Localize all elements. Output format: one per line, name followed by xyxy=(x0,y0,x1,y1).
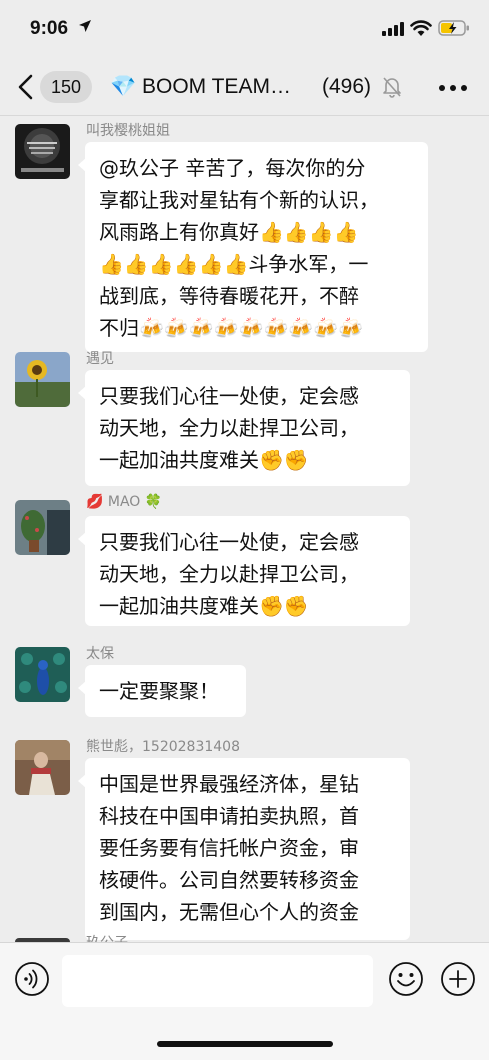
unread-count-badge[interactable]: 150 xyxy=(40,71,93,103)
chat-title: 💎 BOOM TEAM… xyxy=(110,75,291,98)
emoji-icon[interactable] xyxy=(388,961,424,997)
status-time: 9:06 xyxy=(30,18,69,39)
sender-name: 太保 xyxy=(86,646,114,662)
mute-bell-icon xyxy=(383,77,401,98)
message-bubble[interactable]: 一定要聚聚！ xyxy=(78,665,246,717)
avatar-sunflower-icon xyxy=(15,352,70,407)
back-chevron-icon[interactable] xyxy=(14,72,38,102)
message-bubble[interactable]: 只要我们心往一处使，定会感 动天地，全力以赴捍卫公司， 一起加油共度难关✊✊ xyxy=(78,516,410,626)
sender-name: 熊世彪，15202831408 xyxy=(86,739,240,755)
chat-header: 150 💎 BOOM TEAM… (496) xyxy=(0,58,489,116)
avatar-painting-icon xyxy=(15,740,70,795)
wifi-icon xyxy=(410,20,432,36)
avatar-peacock-icon xyxy=(15,647,70,702)
message-bubble[interactable]: 中国是世界最强经济体，星钻 科技在中国申请拍卖执照，首 要任务要有信托帐户资金，… xyxy=(78,758,410,940)
avatar[interactable] xyxy=(15,352,70,407)
message-bubble[interactable]: @玖公子 辛苦了，每次你的分 享都让我对星钻有个新的认识， 风雨路上有你真好👍👍… xyxy=(78,142,428,352)
avatar[interactable] xyxy=(15,500,70,555)
more-options-icon[interactable] xyxy=(438,82,468,94)
avatar-dark-text-image-icon xyxy=(15,124,70,179)
avatar[interactable] xyxy=(15,124,70,179)
sender-name: 遇见 xyxy=(86,351,114,367)
message-text: 只要我们心往一处使，定会感 动天地，全力以赴捍卫公司， 一起加油共度难关✊✊ xyxy=(99,530,359,618)
battery-charging-icon xyxy=(438,20,469,36)
message-text: 中国是世界最强经济体，星钻 科技在中国申请拍卖执照，首 要任务要有信托帐户资金，… xyxy=(99,772,359,924)
message-text: 只要我们心往一处使，定会感 动天地，全力以赴捍卫公司， 一起加油共度难关✊✊ xyxy=(99,384,359,472)
avatar[interactable] xyxy=(15,647,70,702)
location-arrow-icon xyxy=(79,20,91,32)
add-attachment-icon[interactable] xyxy=(440,961,476,997)
message-bubble[interactable]: 只要我们心往一处使，定会感 动天地，全力以赴捍卫公司， 一起加油共度难关✊✊ xyxy=(78,370,410,486)
status-bar: 9:06 xyxy=(0,0,489,58)
sender-name: 💋 MAO 🍀 xyxy=(86,494,163,510)
home-indicator[interactable] xyxy=(157,1041,333,1047)
cellular-signal-icon xyxy=(382,22,404,36)
message-input[interactable] xyxy=(62,955,373,1007)
message-text: @玖公子 辛苦了，每次你的分 享都让我对星钻有个新的认识， 风雨路上有你真好👍👍… xyxy=(99,156,379,340)
avatar[interactable] xyxy=(15,740,70,795)
message-text: 一定要聚聚！ xyxy=(99,679,219,703)
avatar-plant-icon xyxy=(15,500,70,555)
voice-input-icon[interactable] xyxy=(14,961,50,997)
sender-name: 叫我樱桃姐姐 xyxy=(86,123,170,139)
member-count: (496) xyxy=(322,75,372,98)
